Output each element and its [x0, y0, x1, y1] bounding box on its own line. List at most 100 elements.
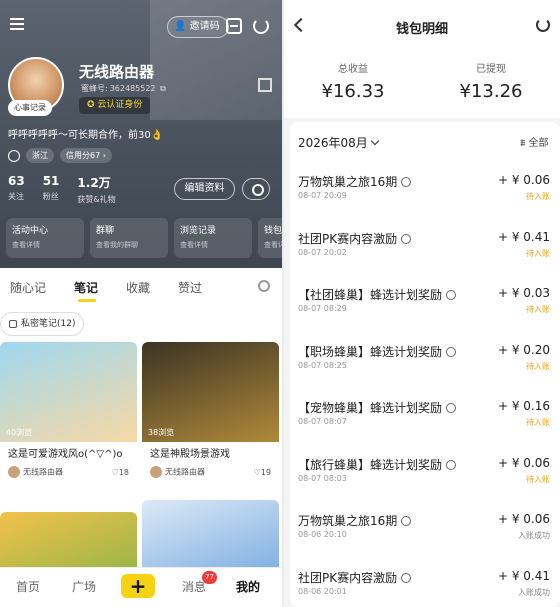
shield-icon: ✪	[87, 100, 95, 110]
transaction-status: 待入账	[526, 361, 550, 371]
post-card[interactable]: 38浏览 这是神殿场景游戏 无线路由器 ♡19	[142, 342, 279, 482]
info-icon[interactable]	[446, 346, 457, 357]
invite-code-button[interactable]: 👤 邀请码	[167, 16, 229, 38]
settings-gear-icon[interactable]	[242, 178, 270, 200]
credit-score-tag[interactable]: 信用分67 ›	[60, 148, 112, 163]
info-icon[interactable]	[401, 177, 412, 187]
card-group-chat[interactable]: 群聊 查看我的群聊	[90, 218, 168, 258]
transaction-amount: + ¥ 0.06	[497, 173, 550, 187]
location-tag: 浙江	[26, 148, 54, 163]
message-badge: 77	[202, 571, 217, 584]
transaction-row[interactable]: 【宠物蜂巢】蜂选计划奖励 08-07 08:07 + ¥ 0.16 待入账	[290, 393, 560, 449]
view-count: 38浏览	[148, 428, 175, 437]
card-activity-center[interactable]: 活动中心 查看详情	[6, 218, 84, 258]
user-id: 蜜蜂号: 362485522 ⧉	[81, 84, 166, 93]
post-meta: 无线路由器 ♡19	[142, 462, 279, 482]
transaction-date: 08-07 08:07	[298, 417, 347, 426]
transaction-status: 待入账	[526, 474, 550, 484]
transaction-amount: + ¥ 0.41	[497, 568, 550, 583]
filter-button[interactable]: ⩩ 全部	[520, 134, 549, 149]
like-button[interactable]: ♡19	[254, 468, 271, 477]
month-selector[interactable]: 2026年08月	[298, 134, 380, 151]
heart-icon: ♡	[253, 467, 261, 477]
qr-code-icon[interactable]	[258, 78, 272, 92]
author-avatar	[8, 466, 20, 478]
transaction-date: 08-06 20:10	[298, 530, 347, 539]
tab-notes[interactable]: 笔记	[74, 279, 98, 296]
transaction-name: 社团PK赛内容激励	[298, 569, 412, 586]
info-icon[interactable]	[401, 516, 412, 526]
transaction-row[interactable]: 社团PK赛内容激励 08-07 20:02 + ¥ 0.41 待入账	[290, 224, 560, 280]
shortcut-cards: 活动中心查看详情 群聊查看我的群聊 浏览记录查看详情 钱包查看详情	[6, 218, 282, 258]
card-wallet[interactable]: 钱包查看详情	[258, 218, 282, 258]
private-notes-button[interactable]: 私密笔记(12)	[0, 312, 85, 336]
post-image: 40浏览	[0, 342, 137, 442]
transaction-list: 2026年08月 ⩩ 全部 万物筑巢之旅16期 08-07 20:09 + ¥ 0.…	[290, 122, 560, 607]
create-post-button[interactable]: +	[121, 574, 155, 598]
transaction-name: 万物筑巢之旅16期	[298, 173, 412, 190]
search-icon[interactable]	[258, 280, 270, 292]
transaction-row[interactable]: 【旅行蜂巢】蜂选计划奖励 08-07 08:03 + ¥ 0.06 待入账	[290, 450, 560, 506]
stat-likes[interactable]: 1.2万 获赞&礼物	[77, 174, 115, 205]
menu-icon[interactable]	[10, 18, 24, 30]
card-history[interactable]: 浏览记录 查看详情	[174, 218, 252, 258]
transaction-status: 待入账	[526, 192, 550, 201]
transaction-status: 待入账	[526, 305, 550, 314]
author-avatar	[150, 466, 162, 478]
wallet-header: 钱包明细 总收益 ¥16.33 已提现 ¥13.26	[284, 0, 560, 118]
copy-icon[interactable]: ⧉	[160, 84, 166, 93]
transaction-date: 08-07 08:29	[298, 304, 347, 313]
post-card[interactable]: 40浏览 这是可爱游戏风o(^▽^)o 无线路由器 ♡18	[0, 342, 137, 482]
info-icon[interactable]	[401, 233, 412, 244]
transaction-name: 【职场蜂巢】蜂选计划奖励	[298, 343, 457, 360]
transaction-name: 【社团蜂巢】蜂选计划奖励	[298, 286, 457, 303]
scan-icon[interactable]	[226, 18, 242, 34]
info-icon[interactable]	[446, 290, 457, 300]
post-title: 这是神殿场景游戏	[150, 449, 230, 460]
refresh-icon[interactable]	[536, 18, 550, 32]
nav-home[interactable]: 首页	[16, 578, 40, 595]
refresh-icon[interactable]	[253, 18, 269, 34]
profile-header: 👤 邀请码 心事记录 无线路由器 蜜蜂号: 362485522 ⧉ ✪ 云认证身份…	[0, 0, 282, 268]
withdrawn-amount: 已提现 ¥13.26	[459, 64, 523, 102]
transaction-row[interactable]: 【职场蜂巢】蜂选计划奖励 08-07 08:25 + ¥ 0.20 待入账	[290, 337, 560, 393]
transaction-status: 待入账	[526, 418, 550, 427]
transaction-row[interactable]: 社团PK赛内容激励 08-06 20:01 + ¥ 0.41 入账成功	[290, 563, 560, 607]
transaction-amount: + ¥ 0.16	[497, 399, 550, 413]
nav-square[interactable]: 广场	[72, 578, 96, 595]
transaction-amount: + ¥ 0.03	[497, 286, 550, 300]
transaction-name: 【宠物蜂巢】蜂选计划奖励	[298, 399, 457, 416]
active-tab-indicator	[78, 299, 96, 302]
transaction-row[interactable]: 【社团蜂巢】蜂选计划奖励 08-07 08:29 + ¥ 0.03 待入账	[290, 280, 560, 336]
info-icon[interactable]	[401, 572, 412, 583]
username: 无线路由器	[79, 63, 155, 81]
transaction-date: 08-07 20:09	[298, 191, 347, 200]
info-icon[interactable]	[446, 403, 457, 413]
bottom-nav: 首页 广场 + 消息 77 我的	[0, 567, 282, 607]
total-earnings: 总收益 ¥16.33	[321, 64, 385, 102]
transaction-amount: + ¥ 0.41	[497, 229, 550, 244]
view-count: 40浏览	[6, 428, 33, 437]
info-icon[interactable]	[446, 459, 457, 470]
transaction-amount: + ¥ 0.06	[497, 455, 550, 470]
tag-row: 浙江 信用分67 ›	[8, 148, 112, 163]
stat-fans[interactable]: 51 粉丝	[43, 174, 60, 205]
post-image: 38浏览	[142, 342, 279, 442]
transaction-amount: + ¥ 0.06	[497, 512, 550, 526]
wallet-panel: 钱包明细 总收益 ¥16.33 已提现 ¥13.26 2026年08月 ⩩ 全部…	[284, 0, 560, 607]
like-button[interactable]: ♡18	[112, 468, 129, 477]
tab-liked[interactable]: 赞过	[178, 279, 202, 296]
tab-favorites[interactable]: 收藏	[126, 279, 150, 296]
stat-following[interactable]: 63 关注	[8, 174, 25, 205]
profile-panel: 👤 邀请码 心事记录 无线路由器 蜜蜂号: 362485522 ⧉ ✪ 云认证身份…	[0, 0, 282, 607]
verify-identity-badge[interactable]: ✪ 云认证身份	[79, 97, 151, 114]
transaction-row[interactable]: 万物筑巢之旅16期 08-06 20:10 + ¥ 0.06 入账成功	[290, 506, 560, 562]
transaction-row[interactable]: 万物筑巢之旅16期 08-07 20:09 + ¥ 0.06 待入账	[290, 167, 560, 223]
location-icon	[8, 149, 20, 162]
bio-text: 呼呼呼呼呼～可长期合作，前30👌	[8, 130, 164, 141]
tab-moments[interactable]: 随心记	[10, 279, 46, 296]
mood-record-badge[interactable]: 心事记录	[8, 100, 52, 116]
edit-profile-button[interactable]: 编辑资料	[174, 178, 235, 200]
nav-me[interactable]: 我的	[236, 578, 260, 595]
filter-icon: ⩩	[520, 138, 526, 149]
